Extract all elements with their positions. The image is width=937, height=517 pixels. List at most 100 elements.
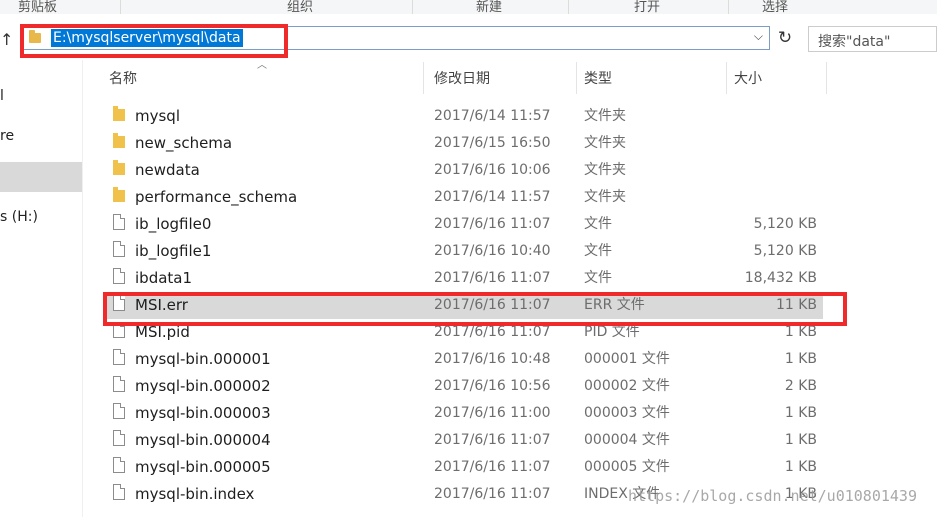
column-header-name[interactable]: 名称 [109,68,137,88]
file-size: 1 KB [784,459,817,475]
folder-icon [113,160,125,175]
file-row[interactable]: MSI.pid 2017/6/16 11:07 PID 文件 1 KB [103,319,823,346]
nav-item[interactable]: l [0,88,4,104]
file-name: mysql-bin.000002 [135,377,271,395]
file-size: 2 KB [784,378,817,394]
file-row[interactable]: new_schema 2017/6/15 16:50 文件夹 [103,130,823,157]
file-icon [113,214,125,230]
file-type: ERR 文件 [584,297,645,313]
column-header-date[interactable]: 修改日期 [434,68,490,88]
address-path[interactable]: E:\mysqlserver\mysql\data [51,29,243,47]
file-name: ib_logfile0 [135,215,212,233]
folder-icon [113,187,125,202]
file-row[interactable]: newdata 2017/6/16 10:06 文件夹 [103,157,823,184]
file-size: 1 KB [784,351,817,367]
file-row[interactable]: mysql-bin.000001 2017/6/16 10:48 000001 文件… [103,346,823,373]
address-bar[interactable]: E:\mysqlserver\mysql\data ⌵ [20,26,770,50]
file-icon [113,241,125,257]
file-row[interactable]: mysql-bin.000003 2017/6/16 11:00 000003 文件… [103,400,823,427]
file-date: 2017/6/16 10:06 [434,162,551,178]
file-icon [113,430,125,446]
nav-item[interactable]: re [0,128,14,144]
file-date: 2017/6/16 11:07 [434,324,551,340]
file-date: 2017/6/14 11:57 [434,189,551,205]
file-row[interactable]: mysql-bin.000002 2017/6/16 10:56 000002 文件… [103,373,823,400]
file-row[interactable]: ib_logfile1 2017/6/16 10:40 文件 5,120 KB [103,238,823,265]
column-separator[interactable] [423,62,424,94]
file-size: 11 KB [775,297,817,313]
file-type: 文件 [584,270,612,286]
column-separator[interactable] [576,62,577,94]
ribbon-group-new[interactable]: 新建 [476,0,502,15]
file-date: 2017/6/15 16:50 [434,135,551,151]
file-type: 000002 文件 [584,378,670,394]
file-name: newdata [135,161,200,179]
file-date: 2017/6/16 10:40 [434,243,551,259]
file-row[interactable]: ibdata1 2017/6/16 11:07 文件 18,432 KB [103,265,823,292]
file-icon [113,484,125,500]
file-date: 2017/6/16 11:07 [434,459,551,475]
column-header-type[interactable]: 类型 [584,68,612,88]
file-date: 2017/6/16 10:56 [434,378,551,394]
ribbon-group-open[interactable]: 打开 [634,0,660,15]
file-row[interactable]: performance_schema 2017/6/14 11:57 文件夹 [103,184,823,211]
file-type: 文件夹 [584,189,626,205]
file-name: mysql-bin.000004 [135,431,271,449]
file-name: mysql-bin.000005 [135,458,271,476]
file-row[interactable]: MSI.err 2017/6/16 11:07 ERR 文件 11 KB [103,292,823,319]
folder-icon [113,106,125,121]
file-size: 5,120 KB [753,216,817,232]
column-separator[interactable] [826,62,827,94]
file-name: performance_schema [135,188,298,206]
file-size: 5,120 KB [753,243,817,259]
file-name: mysql-bin.000003 [135,404,271,422]
file-date: 2017/6/16 11:07 [434,297,551,313]
file-row[interactable]: mysql 2017/6/14 11:57 文件夹 [103,103,823,130]
refresh-icon[interactable]: ↻ [773,26,797,50]
file-icon [113,403,125,419]
chevron-down-icon[interactable]: ⌵ [754,29,763,44]
ribbon-group-select[interactable]: 选择 [762,0,788,15]
ribbon-separator [120,0,121,14]
pane-divider [82,60,83,517]
file-row[interactable]: mysql-bin.000005 2017/6/16 11:07 000005 文件… [103,454,823,481]
file-type: 文件 [584,243,612,259]
navigation-pane: l re s (H:) [0,60,82,517]
file-type: PID 文件 [584,324,640,340]
ribbon-bar: 剪贴板 组织 新建 打开 选择 [0,0,937,15]
file-size: 18,432 KB [744,270,817,286]
file-type: 000001 文件 [584,351,670,367]
file-date: 2017/6/14 11:57 [434,108,551,124]
file-row[interactable]: mysql-bin.000004 2017/6/16 11:07 000004 文件… [103,427,823,454]
search-placeholder: 搜索"data" [818,34,891,50]
file-date: 2017/6/16 10:48 [434,351,551,367]
ribbon-separator [568,0,569,14]
file-date: 2017/6/16 11:07 [434,486,551,502]
up-arrow-icon[interactable]: ↑ [0,30,16,50]
file-name: MSI.pid [135,323,190,341]
file-name: ibdata1 [135,269,193,287]
folder-icon [113,133,125,148]
file-type: 000004 文件 [584,432,670,448]
ribbon-group-organize[interactable]: 组织 [287,0,313,15]
search-input[interactable]: 搜索"data" [808,26,937,52]
ribbon-group-clipboard[interactable]: 剪贴板 [18,0,57,15]
file-icon [113,376,125,392]
nav-item-drive-h[interactable]: s (H:) [0,209,38,225]
file-row[interactable]: ib_logfile0 2017/6/16 11:07 文件 5,120 KB [103,211,823,238]
column-header-size[interactable]: 大小 [734,68,762,88]
file-name: ib_logfile1 [135,242,212,260]
file-icon [113,268,125,284]
folder-icon [29,30,41,43]
file-icon [113,457,125,473]
file-name: mysql [135,107,180,125]
ribbon-separator [412,0,413,14]
file-type: 文件 [584,216,612,232]
file-name: mysql-bin.000001 [135,350,271,368]
file-type: 000005 文件 [584,459,670,475]
file-size: 1 KB [784,432,817,448]
file-icon [113,322,125,338]
file-type: 文件夹 [584,108,626,124]
nav-item-selected[interactable] [0,162,82,192]
column-separator[interactable] [726,62,727,94]
